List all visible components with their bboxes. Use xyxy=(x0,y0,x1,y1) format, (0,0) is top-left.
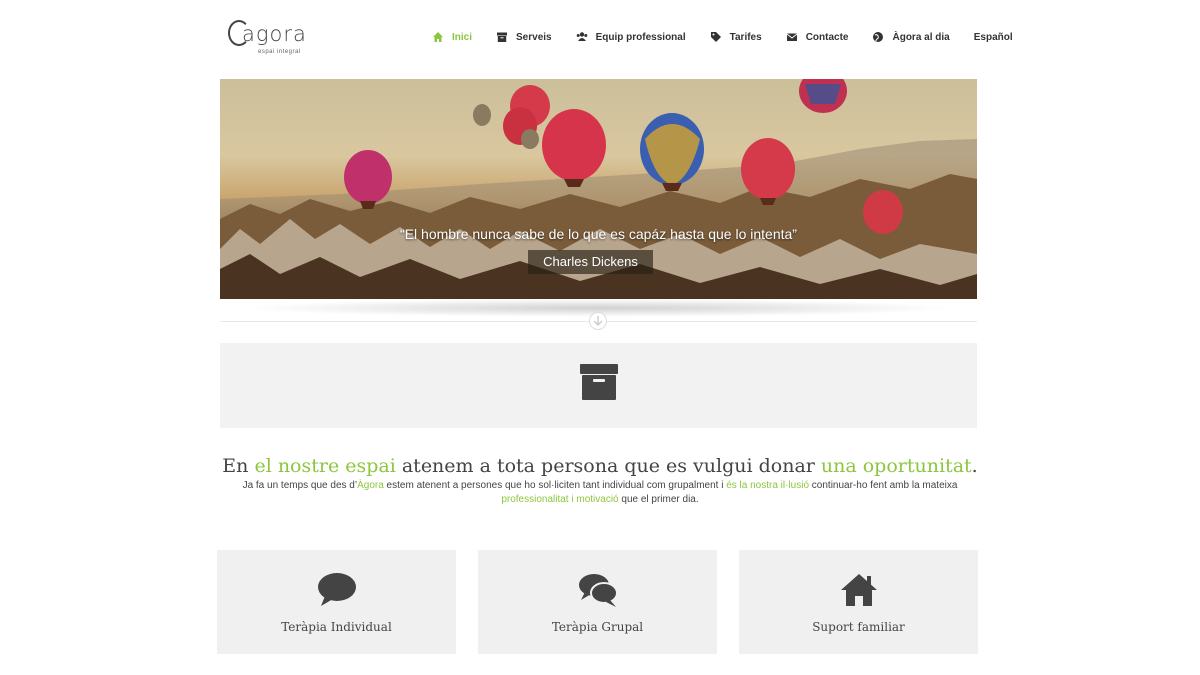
headline-highlight: una oportunitat xyxy=(820,455,972,477)
hero-banner: “El hombre nunca sabe de lo que es capáz… xyxy=(220,79,977,299)
card-terapia-individual[interactable]: Teràpia Individual xyxy=(217,550,456,654)
nav-item-equip-professional[interactable]: Equip professional xyxy=(576,31,686,43)
nav-item-agora-al-dia[interactable]: Àgora al dia xyxy=(872,31,950,43)
nav-item-label: Equip professional xyxy=(595,31,686,43)
card-label: Suport familiar xyxy=(812,620,905,634)
para-highlight: és la nostra il·lusió xyxy=(726,480,810,491)
nav-item-label: Tarifes xyxy=(729,31,762,43)
intro-headline: En el nostre espai atenem a tota persona… xyxy=(0,455,1200,477)
card-label: Teràpia Individual xyxy=(281,620,392,634)
hero-quote-author: Charles Dickens xyxy=(528,250,653,274)
para-text: Ja fa un temps que des d’ xyxy=(242,480,358,491)
home-icon xyxy=(433,32,443,42)
nav-item-label: Inici xyxy=(452,31,473,43)
globe-icon xyxy=(873,32,884,42)
logo-word: agora xyxy=(242,22,307,46)
logo-tagline: espai integral xyxy=(258,49,301,55)
language-switch[interactable]: Español xyxy=(974,32,1013,43)
envelope-icon xyxy=(786,33,797,41)
archive-icon xyxy=(497,32,508,42)
headline-text: atenem a tota persona que es vulgui dona… xyxy=(395,455,821,477)
headline-text: . xyxy=(971,455,978,477)
services-band xyxy=(220,343,977,428)
card-terapia-grupal[interactable]: Teràpia Grupal xyxy=(478,550,717,654)
card-suport-familiar[interactable]: Suport familiar xyxy=(739,550,978,654)
site-logo[interactable]: agora espai integral xyxy=(228,18,318,58)
comment-icon xyxy=(318,573,356,606)
nav-item-label: Serveis xyxy=(516,31,552,43)
para-text: continuar-ho fent amb la mateixa xyxy=(809,480,958,491)
intro-paragraph: Ja fa un temps que des d’Àgora estem ate… xyxy=(222,479,978,507)
archive-box-icon xyxy=(580,364,618,400)
tag-icon xyxy=(710,32,721,42)
headline-highlight: el nostre espai xyxy=(254,455,396,477)
hero-quote: “El hombre nunca sabe de lo que es capáz… xyxy=(400,226,797,242)
para-highlight: Àgora xyxy=(357,480,384,491)
users-icon xyxy=(576,32,587,41)
main-nav: Inici Serveis Equip professional Tarifes… xyxy=(432,28,1013,46)
nav-item-label: Contacte xyxy=(805,31,849,43)
nav-item-contacte[interactable]: Contacte xyxy=(786,31,849,43)
house-icon xyxy=(841,574,877,606)
nav-item-label: Àgora al dia xyxy=(892,31,950,43)
comments-icon xyxy=(579,574,618,607)
para-text: que el primer dia. xyxy=(618,494,699,505)
nav-item-serveis[interactable]: Serveis xyxy=(496,31,552,43)
nav-item-inici[interactable]: Inici xyxy=(432,31,472,43)
page: agora espai integral Inici Serveis Equip… xyxy=(0,0,1200,675)
headline-text: En xyxy=(222,455,255,477)
para-text: estem atenent a persones que ho sol·lici… xyxy=(383,480,727,491)
card-label: Teràpia Grupal xyxy=(551,620,644,634)
scroll-down-button[interactable] xyxy=(589,312,607,330)
para-highlight: professionalitat i motivació xyxy=(501,494,619,505)
nav-item-tarifes[interactable]: Tarifes xyxy=(710,31,762,43)
arrow-down-icon xyxy=(593,316,603,326)
